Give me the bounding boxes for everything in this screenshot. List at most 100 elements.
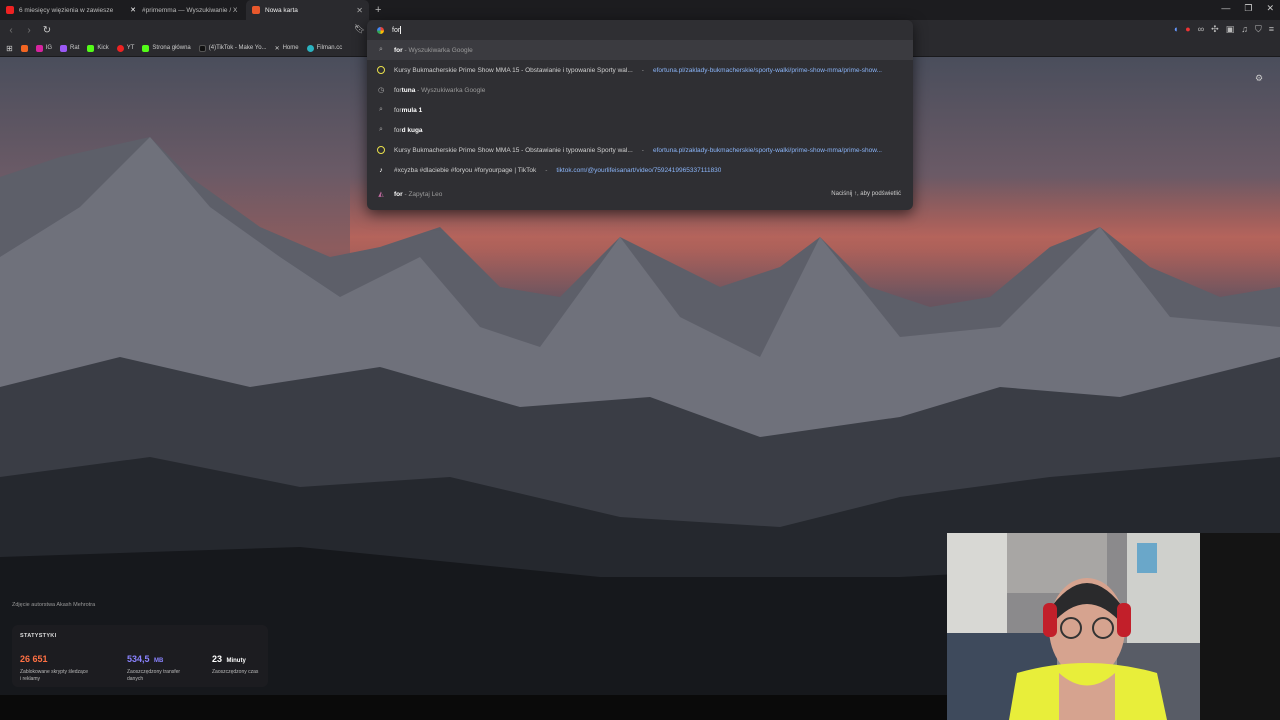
- glasses-icon[interactable]: ∞: [1198, 24, 1204, 35]
- suggestion-sep: -: [641, 146, 644, 154]
- suggestion-row[interactable]: ◷ fortuna - Wyszukiwarka Google: [367, 80, 913, 100]
- tab-title: 6 miesięcy więzienia w zawiesze: [19, 6, 114, 14]
- address-bar[interactable]: for: [367, 20, 913, 40]
- stat-label: Zaoszczędzony transfer danych: [127, 669, 181, 682]
- suggestion-url: efortuna.pl/zaklady-bukmacherskie/sporty…: [652, 146, 882, 154]
- puzzle-icon[interactable]: ✣: [1211, 24, 1219, 35]
- tab-strip: 6 miesięcy więzienia w zawiesze ✕ #prime…: [0, 0, 1280, 20]
- bookmark-kick[interactable]: Kick: [87, 44, 109, 52]
- tab-title: #primemma — Wyszukiwanie / X: [142, 6, 238, 14]
- google-icon: [377, 26, 384, 34]
- bookmark-filman[interactable]: Filman.cc: [306, 44, 343, 52]
- tab-x-search[interactable]: ✕ #primemma — Wyszukiwanie / X: [123, 0, 246, 20]
- minimize-icon[interactable]: —: [1221, 3, 1230, 14]
- back-icon[interactable]: ‹: [6, 25, 16, 36]
- tab-new-tab[interactable]: Nowa karta ✕: [246, 0, 369, 20]
- extension-icons: ◖ ● ∞ ✣ ▣ ♫ ⛉ ≡: [1173, 24, 1274, 35]
- apps-grid-icon[interactable]: ⊞: [6, 44, 13, 53]
- bookmark-label: IG: [45, 45, 53, 51]
- ask-leo-row[interactable]: ◭ for - Zapytaj Leo Naciśnij ↑, aby podś…: [367, 184, 913, 204]
- suggestion-row[interactable]: ♪ #xcyzba #dlaciebie #foryou #foryourpag…: [367, 160, 913, 180]
- bookmark-rss[interactable]: [20, 44, 28, 52]
- bookmark-label: (4)TikTok - Make Yo...: [208, 45, 267, 51]
- leo-hint: Naciśnij ↑, aby podświetlić: [831, 191, 901, 197]
- youtube-icon: [116, 44, 124, 52]
- stat-value: 26 651: [20, 654, 48, 664]
- restore-icon[interactable]: ❐: [1244, 3, 1252, 14]
- suggestion-row[interactable]: Kursy Bukmacherskie Prime Show MMA 15 - …: [367, 60, 913, 80]
- suggestion-url: efortuna.pl/zaklady-bukmacherskie/sporty…: [652, 66, 882, 74]
- stat-time: 23 Minuty Zaoszczędzony czas: [212, 649, 282, 676]
- tiktok-icon: [198, 44, 206, 52]
- suggestion-match: for: [394, 106, 402, 114]
- x-favicon-icon: ✕: [130, 7, 136, 14]
- suggestion-source: - Wyszukiwarka Google: [402, 46, 473, 54]
- webcam-overlay: [947, 533, 1200, 720]
- bookmark-ig[interactable]: IG: [35, 44, 53, 52]
- stats-widget: STATYSTYKI 26 651 Zablokowane skrypty śl…: [12, 625, 268, 687]
- bookmark-label: YT: [126, 45, 135, 51]
- suggestion-row[interactable]: ⌕ formula 1: [367, 100, 913, 120]
- menu-icon[interactable]: ≡: [1269, 24, 1274, 35]
- gear-icon[interactable]: ⚙: [1255, 73, 1263, 84]
- music-icon[interactable]: ♫: [1241, 24, 1248, 35]
- rat-icon: [60, 44, 68, 52]
- sidebar-icon[interactable]: ▣: [1226, 24, 1235, 35]
- bookmark-rat[interactable]: Rat: [60, 44, 80, 52]
- leo-query: for: [394, 190, 403, 198]
- suggestion-sep: -: [641, 66, 644, 74]
- kick-icon: [87, 44, 95, 52]
- webcam-person-image: [947, 533, 1200, 720]
- tiktok-favicon-icon: ♪: [379, 166, 383, 174]
- stat-value: 23: [212, 654, 223, 664]
- bookmark-label: Kick: [97, 45, 109, 51]
- tab-title: Nowa karta: [265, 6, 298, 14]
- suggestion-url: tiktok.com/@yourlifeisanart/video/759241…: [556, 166, 722, 174]
- bookmark-tiktok[interactable]: (4)TikTok - Make Yo...: [198, 44, 267, 52]
- tab-youtube[interactable]: 6 miesięcy więzienia w zawiesze: [0, 0, 123, 20]
- new-tab-button[interactable]: +: [369, 4, 387, 16]
- leo-icon: ◭: [378, 191, 384, 198]
- suggestion-source: - Wyszukiwarka Google: [415, 86, 486, 94]
- fortuna-favicon-icon: [377, 66, 385, 74]
- stat-label: Zablokowane skrypty śledzące i reklamy: [20, 669, 89, 682]
- photo-credit[interactable]: Zdjęcie autorstwa Akash Mehrotra: [12, 602, 95, 608]
- bookmark-label: Home: [282, 45, 299, 51]
- bookmark-yt[interactable]: YT: [116, 44, 135, 52]
- close-window-icon[interactable]: ✕: [1266, 3, 1274, 14]
- suggestion-sep: -: [545, 166, 548, 174]
- bookmark-home[interactable]: ✕ Home: [275, 45, 299, 52]
- filman-icon: [306, 44, 314, 52]
- forward-icon[interactable]: ›: [24, 25, 34, 36]
- bookmark-label: Filman.cc: [316, 45, 343, 51]
- rss-icon: [20, 44, 28, 52]
- brave-favicon-icon: [252, 6, 260, 14]
- omnibox-dropdown: for ⌕ for - Wyszukiwarka Google Kursy Bu…: [367, 20, 913, 210]
- audio-icon[interactable]: ◖: [1173, 24, 1178, 35]
- stat-bandwidth: 534,5 MB Zaoszczędzony transfer danych: [127, 649, 197, 683]
- reload-icon[interactable]: ↻: [42, 25, 52, 36]
- close-tab-icon[interactable]: ✕: [356, 6, 363, 15]
- stat-label: Zaoszczędzony czas: [212, 669, 259, 675]
- search-icon: ⌕: [379, 46, 383, 53]
- suggestion-completion: mula 1: [401, 106, 423, 114]
- address-input-value[interactable]: for: [392, 27, 400, 34]
- record-icon[interactable]: ●: [1185, 24, 1190, 35]
- webcam-side-strip: [1200, 533, 1280, 720]
- window-controls: — ❐ ✕: [1221, 3, 1274, 14]
- suggestion-row[interactable]: ⌕ ford kuga: [367, 120, 913, 140]
- fortuna-favicon-icon: [377, 146, 385, 154]
- leo-label: - Zapytaj Leo: [402, 190, 443, 198]
- bookmark-icon[interactable]: 🔖︎: [354, 24, 365, 35]
- suggestion-row[interactable]: ⌕ for - Wyszukiwarka Google: [367, 40, 913, 60]
- suggestion-row[interactable]: Kursy Bukmacherskie Prime Show MMA 15 - …: [367, 140, 913, 160]
- shield-icon[interactable]: ⛉: [1255, 24, 1262, 35]
- suggestion-completion: d kuga: [401, 126, 423, 134]
- suggestion-match: for: [394, 86, 402, 94]
- suggestion-completion: tuna: [401, 86, 416, 94]
- suggestion-match: for: [394, 126, 402, 134]
- bookmark-strona-glowna[interactable]: Strona główna: [142, 44, 191, 52]
- youtube-favicon-icon: [6, 6, 14, 14]
- bookmark-label: Rat: [70, 45, 80, 51]
- stat-blocked: 26 651 Zablokowane skrypty śledzące i re…: [20, 649, 90, 683]
